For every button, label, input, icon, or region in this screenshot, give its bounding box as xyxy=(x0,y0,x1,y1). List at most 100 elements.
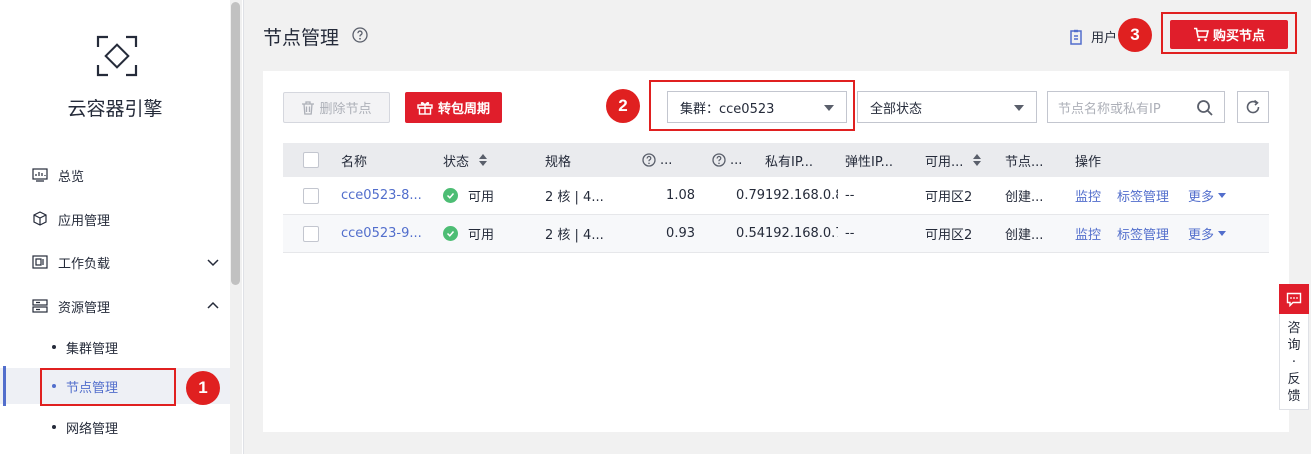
private-ip-cell: 192.168.0.7 xyxy=(765,226,838,241)
table-row: cce0523-8... 可用 2 核 | 4... 1.08 0.79 192… xyxy=(283,177,1269,215)
sidebar-scrollbar[interactable] xyxy=(230,0,242,454)
spec-cell: 2 核 | 4... xyxy=(545,228,604,243)
search-placeholder: 节点名称或私有IP xyxy=(1058,101,1161,117)
cubes-icon xyxy=(33,211,47,226)
col-memory[interactable]: ... xyxy=(712,143,742,177)
sidebar-subitem-label: 网络管理 xyxy=(66,421,119,437)
monitor-link[interactable]: 监控 xyxy=(1075,215,1101,252)
active-indicator xyxy=(3,366,6,406)
bullet-icon xyxy=(52,425,56,429)
sidebar-item-overview[interactable]: 总览 xyxy=(0,160,230,190)
status-text: 可用 xyxy=(468,228,495,243)
sidebar-item-label: 总览 xyxy=(58,169,85,185)
callout-badge-1: 1 xyxy=(186,371,220,405)
delete-node-label: 删除节点 xyxy=(319,102,372,117)
more-label: 更多 xyxy=(1188,190,1215,205)
col-az[interactable]: 可用... xyxy=(925,143,982,177)
az-cell: 可用区2 xyxy=(925,228,973,243)
help-icon[interactable] xyxy=(352,27,368,43)
col-name[interactable]: 名称 xyxy=(341,143,367,177)
convert-billing-label: 转包周期 xyxy=(437,102,490,117)
chevron-up-icon xyxy=(207,301,219,309)
more-label: 更多 xyxy=(1188,228,1215,243)
sidebar-item-resources[interactable]: 资源管理 xyxy=(0,291,230,321)
col-memory-label: ... xyxy=(730,152,743,168)
col-status-label: 状态 xyxy=(443,154,470,170)
row-checkbox-cell xyxy=(303,215,319,252)
buy-node-button[interactable]: 购买节点 xyxy=(1170,20,1288,49)
cluster-select[interactable]: 集群：cce0523 xyxy=(667,91,847,123)
status-select-value: 全部状态 xyxy=(870,101,923,117)
callout-badge-3: 3 xyxy=(1118,18,1152,52)
tag-manage-link[interactable]: 标签管理 xyxy=(1117,177,1169,214)
workload-icon xyxy=(32,255,48,269)
memory-cell: 0.79 xyxy=(736,188,765,203)
status-cell: 可用 xyxy=(443,215,494,252)
server-icon xyxy=(32,299,48,313)
table-header: 名称 状态 规格 ... ... 私有IP... 弹性IP... 可用... 节… xyxy=(283,143,1269,177)
convert-billing-button[interactable]: 转包周期 xyxy=(405,92,502,123)
row-checkbox[interactable] xyxy=(303,187,319,204)
user-guide-label: 用户 xyxy=(1091,31,1118,46)
sort-icon[interactable] xyxy=(973,154,982,166)
chevron-down-icon xyxy=(207,259,219,267)
sidebar-item-label: 工作负载 xyxy=(58,256,111,272)
trash-icon xyxy=(302,100,315,115)
select-all-cell xyxy=(303,143,319,177)
col-private-ip[interactable]: 私有IP... xyxy=(765,143,813,177)
spec-cell: 2 核 | 4... xyxy=(545,190,604,205)
product-name: 云容器引擎 xyxy=(67,98,163,120)
dashboard-icon xyxy=(32,168,48,182)
sort-icon[interactable] xyxy=(479,154,488,166)
node-name-link[interactable]: cce0523-8... xyxy=(341,177,422,214)
tag-manage-link[interactable]: 标签管理 xyxy=(1117,215,1169,252)
sidebar-item-label: 应用管理 xyxy=(58,213,111,229)
monitor-link[interactable]: 监控 xyxy=(1075,177,1101,214)
cluster-select-value: 集群：cce0523 xyxy=(680,101,775,117)
col-cpu-label: ... xyxy=(660,152,673,168)
help-icon[interactable] xyxy=(642,153,656,167)
sidebar-item-label: 资源管理 xyxy=(58,300,111,316)
col-spec[interactable]: 规格 xyxy=(545,143,571,177)
consult-top xyxy=(1279,284,1309,314)
status-cell: 可用 xyxy=(443,177,494,214)
caret-down-icon xyxy=(824,105,834,111)
help-icon[interactable] xyxy=(712,153,726,167)
col-cpu[interactable]: ... xyxy=(642,143,672,177)
consult-feedback-label: 咨询·反馈 xyxy=(1287,321,1301,404)
refresh-button[interactable] xyxy=(1237,91,1269,123)
cart-icon xyxy=(1193,27,1209,42)
sidebar-subitem-clusters[interactable]: 集群管理 xyxy=(0,329,230,365)
callout-badge-2: 2 xyxy=(606,89,640,123)
check-circle-icon xyxy=(443,188,458,203)
check-circle-icon xyxy=(443,226,458,241)
more-menu[interactable]: 更多 xyxy=(1188,215,1227,252)
user-guide-link[interactable]: 用户 xyxy=(1069,27,1117,46)
sidebar-item-apps[interactable]: 应用管理 xyxy=(0,204,230,234)
delete-node-button[interactable]: 删除节点 xyxy=(283,92,390,123)
row-checkbox[interactable] xyxy=(303,225,319,242)
caret-down-icon xyxy=(1218,193,1227,198)
chat-icon xyxy=(1286,292,1302,307)
scrollbar-thumb[interactable] xyxy=(231,2,240,285)
sidebar-subitem-network[interactable]: 网络管理 xyxy=(0,409,230,445)
sidebar-item-workloads[interactable]: 工作负载 xyxy=(0,247,230,277)
row-checkbox-cell xyxy=(303,177,319,214)
col-eip[interactable]: 弹性IP... xyxy=(845,143,893,177)
memory-cell: 0.54 xyxy=(736,226,765,241)
select-all-checkbox[interactable] xyxy=(303,152,319,168)
private-ip-cell: 192.168.0.8 xyxy=(765,188,838,203)
cce-logo-icon xyxy=(96,35,138,77)
table-row: cce0523-9... 可用 2 核 | 4... 0.93 0.54 192… xyxy=(283,215,1269,253)
col-billing[interactable]: 节点... xyxy=(1005,143,1043,177)
consult-feedback-widget[interactable]: 咨询·反馈 xyxy=(1279,284,1309,410)
more-menu[interactable]: 更多 xyxy=(1188,177,1227,214)
search-icon[interactable] xyxy=(1196,99,1214,117)
callout-box-1 xyxy=(40,368,176,406)
status-select[interactable]: 全部状态 xyxy=(857,91,1037,123)
search-input[interactable]: 节点名称或私有IP xyxy=(1047,91,1225,123)
node-name-link[interactable]: cce0523-9... xyxy=(341,215,422,252)
status-text: 可用 xyxy=(468,190,495,205)
col-status[interactable]: 状态 xyxy=(443,143,488,177)
billing-cell: 创建... xyxy=(1005,190,1044,205)
